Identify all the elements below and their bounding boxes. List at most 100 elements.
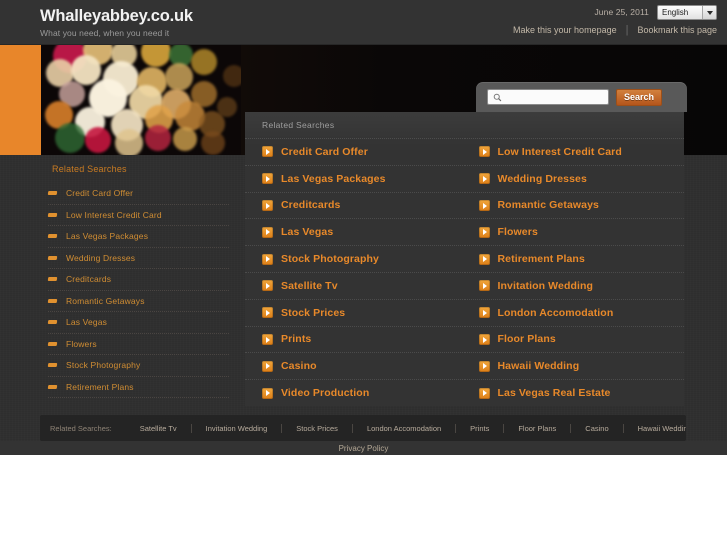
sidebar-item-label[interactable]: Low Interest Credit Card: [66, 210, 162, 220]
sidebar-item-label[interactable]: Creditcards: [66, 274, 111, 284]
footer-related-link[interactable]: Stock Prices: [282, 424, 352, 433]
language-select[interactable]: English: [657, 4, 717, 20]
arrow-right-icon: [478, 199, 490, 211]
related-search-item[interactable]: Las Vegas Real Estate: [464, 379, 684, 406]
header-link-divider: |: [625, 24, 629, 36]
related-search-label[interactable]: Las Vegas Packages: [281, 173, 386, 185]
related-search-item[interactable]: London Accomodation: [464, 298, 684, 326]
sidebar-item[interactable]: Stock Photography: [47, 355, 229, 377]
sidebar-item-label[interactable]: Credit Card Offer: [66, 188, 133, 198]
related-search-item[interactable]: Satellite Tv: [245, 271, 465, 299]
sidebar-item-label[interactable]: Retirement Plans: [66, 382, 134, 392]
related-search-item[interactable]: Creditcards: [245, 191, 465, 219]
sidebar-item-label[interactable]: Las Vegas: [66, 317, 107, 327]
sidebar-item[interactable]: Wedding Dresses: [47, 248, 229, 269]
bokeh-circle: [141, 45, 171, 67]
sidebar-item-label[interactable]: Romantic Getaways: [66, 296, 145, 306]
bokeh-circle: [55, 123, 85, 153]
sidebar-item[interactable]: Romantic Getaways: [47, 291, 229, 312]
arrow-right-icon: [478, 226, 490, 238]
sidebar-item[interactable]: Creditcards: [47, 269, 229, 291]
bokeh-circle: [85, 127, 111, 153]
related-search-label[interactable]: Flowers: [498, 226, 538, 238]
related-search-item[interactable]: Wedding Dresses: [464, 164, 684, 192]
bokeh-circle: [145, 125, 171, 151]
footer-related-link[interactable]: Floor Plans: [504, 424, 570, 433]
footer-related-link[interactable]: Hawaii Wedding: [624, 424, 686, 433]
sidebar-list: Credit Card Offer Low Interest Credit Car…: [0, 183, 245, 398]
bookmark-page-link[interactable]: Bookmark this page: [637, 25, 717, 35]
footer-related-link[interactable]: London Accomodation: [353, 424, 455, 433]
related-search-item[interactable]: Las Vegas Packages: [245, 164, 465, 192]
dash-icon: [47, 191, 58, 196]
related-search-item[interactable]: Video Production: [245, 379, 465, 406]
related-search-label[interactable]: Prints: [281, 333, 311, 345]
header-right: June 25, 2011 English Make this your hom…: [513, 4, 717, 36]
related-search-label[interactable]: Video Production: [281, 387, 369, 399]
related-search-label[interactable]: Retirement Plans: [498, 253, 585, 265]
related-search-label[interactable]: London Accomodation: [498, 307, 614, 319]
arrow-right-icon: [478, 360, 490, 372]
related-search-label[interactable]: Hawaii Wedding: [498, 360, 580, 372]
related-search-label[interactable]: Wedding Dresses: [498, 173, 587, 185]
arrow-right-icon: [262, 360, 273, 372]
sidebar-item-label[interactable]: Las Vegas Packages: [66, 231, 148, 241]
dash-icon: [47, 341, 58, 346]
sidebar-item[interactable]: Retirement Plans: [47, 377, 229, 398]
related-search-label[interactable]: Casino: [281, 360, 317, 372]
related-search-label[interactable]: Stock Prices: [281, 307, 345, 319]
related-searches-grid: Credit Card Offer Low Interest Credit Car…: [245, 138, 684, 406]
related-search-item[interactable]: Stock Prices: [245, 298, 465, 326]
bokeh-circle: [217, 97, 237, 117]
related-search-label[interactable]: Low Interest Credit Card: [498, 146, 622, 158]
related-search-label[interactable]: Romantic Getaways: [498, 199, 600, 211]
search-input[interactable]: [504, 90, 619, 104]
sidebar-item-label[interactable]: Stock Photography: [66, 360, 140, 370]
related-search-item[interactable]: Low Interest Credit Card: [464, 138, 684, 165]
related-search-label[interactable]: Stock Photography: [281, 253, 379, 265]
related-search-label[interactable]: Invitation Wedding: [498, 280, 594, 292]
related-search-item[interactable]: Hawaii Wedding: [464, 352, 684, 379]
related-search-label[interactable]: Las Vegas: [281, 226, 333, 238]
related-search-item[interactable]: Flowers: [464, 218, 684, 245]
footer-related-link[interactable]: Invitation Wedding: [192, 424, 282, 433]
privacy-policy-link[interactable]: Privacy Policy: [339, 444, 389, 453]
brand: Whalleyabbey.co.uk What you need, when y…: [40, 7, 193, 38]
related-search-item[interactable]: Stock Photography: [245, 245, 465, 272]
related-search-item[interactable]: Invitation Wedding: [464, 271, 684, 299]
related-search-label[interactable]: Las Vegas Real Estate: [498, 387, 611, 399]
make-homepage-link[interactable]: Make this your homepage: [513, 25, 617, 35]
sidebar-item[interactable]: Credit Card Offer: [47, 183, 229, 205]
related-search-item[interactable]: Las Vegas: [245, 218, 465, 245]
search-input-wrap[interactable]: [487, 89, 619, 105]
arrow-right-icon: [478, 146, 490, 158]
bokeh-circle: [173, 127, 197, 151]
search-button[interactable]: Search: [616, 88, 663, 106]
sidebar-item[interactable]: Flowers: [47, 334, 229, 355]
related-search-item[interactable]: Casino: [245, 352, 465, 379]
sidebar-item[interactable]: Low Interest Credit Card: [47, 205, 229, 226]
sidebar-item-label[interactable]: Flowers: [66, 339, 97, 349]
arrow-right-icon: [262, 387, 273, 399]
sidebar-item[interactable]: Las Vegas Packages: [47, 226, 229, 248]
related-search-item[interactable]: Credit Card Offer: [245, 138, 465, 165]
footer-related-link[interactable]: Casino: [571, 424, 622, 433]
related-search-item[interactable]: Floor Plans: [464, 325, 684, 353]
related-search-label[interactable]: Credit Card Offer: [281, 146, 368, 158]
bokeh-circle: [165, 63, 193, 91]
related-search-label[interactable]: Creditcards: [281, 199, 340, 211]
related-search-item[interactable]: Romantic Getaways: [464, 191, 684, 219]
sidebar-item[interactable]: Las Vegas: [47, 312, 229, 334]
footer-related-label: Related Searches:: [50, 423, 112, 433]
related-search-item[interactable]: Retirement Plans: [464, 245, 684, 272]
related-search-label[interactable]: Satellite Tv: [281, 280, 338, 292]
footer-links: Satellite Tv Invitation Wedding Stock Pric…: [126, 423, 686, 433]
arrow-right-icon: [478, 307, 490, 319]
related-search-label[interactable]: Floor Plans: [498, 333, 556, 345]
sidebar-item-label[interactable]: Wedding Dresses: [66, 253, 135, 263]
language-select-label: English: [662, 7, 689, 17]
related-search-item[interactable]: Prints: [245, 325, 465, 353]
bokeh-circle: [223, 65, 241, 87]
footer-related-link[interactable]: Prints: [456, 424, 503, 433]
footer-related-link[interactable]: Satellite Tv: [126, 424, 191, 433]
